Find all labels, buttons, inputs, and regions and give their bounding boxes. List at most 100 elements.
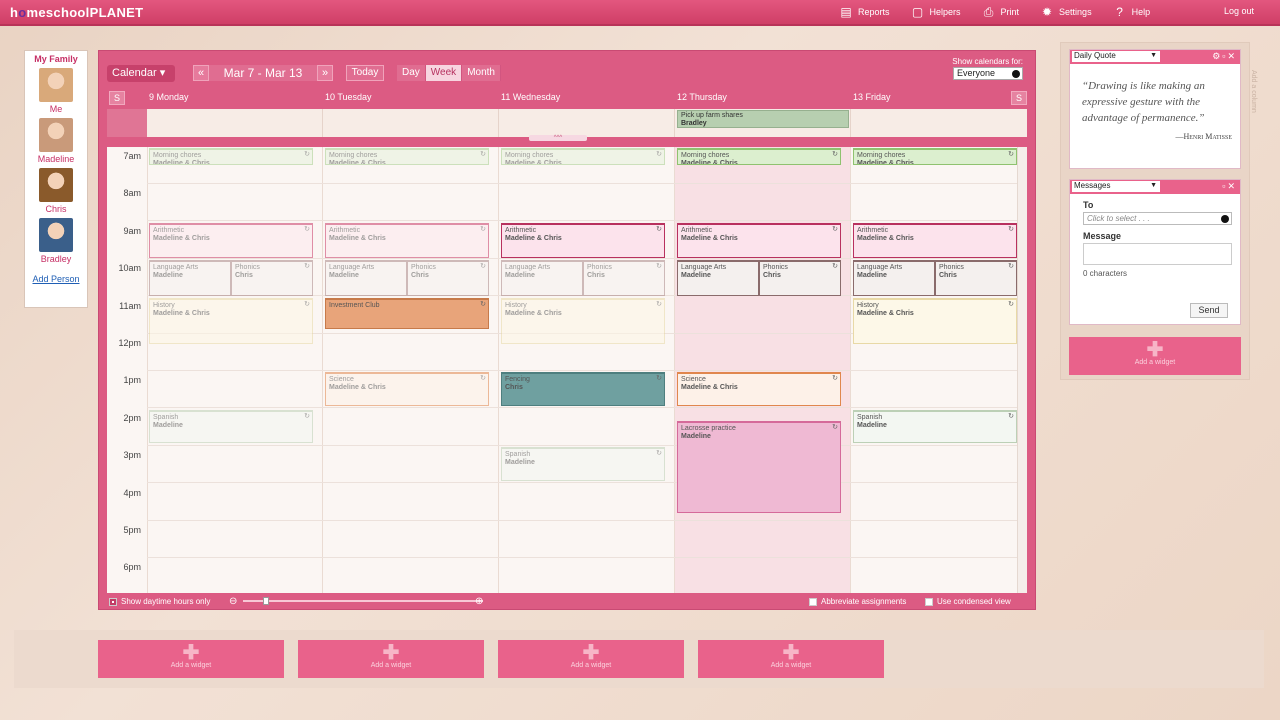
calendar-event[interactable]: Language Arts Madeline [853, 260, 935, 296]
calendar-event[interactable]: Morning chores Madeline & Chris ↻ [149, 148, 313, 165]
checkbox-icon[interactable] [109, 597, 117, 606]
send-button[interactable]: Send [1190, 303, 1228, 318]
calendar-event[interactable]: Language Arts Madeline [501, 260, 583, 296]
avatar[interactable] [39, 168, 73, 202]
day-header[interactable]: 10 Tuesday [325, 92, 372, 102]
daytime-only-option[interactable]: Show daytime hours only [109, 597, 210, 606]
condensed-option[interactable]: Use condensed view [925, 597, 1011, 606]
nav-helpers[interactable]: ▢ Helpers [912, 6, 961, 18]
calendar-event[interactable]: History Madeline & Chris ↻ [149, 297, 313, 345]
checkbox-icon[interactable] [809, 597, 817, 606]
calendar-event[interactable]: Phonics Chris ↻ [935, 260, 1017, 296]
add-person-link[interactable]: Add Person [25, 274, 87, 284]
zoom-slider-knob[interactable] [263, 597, 269, 605]
add-column-tab[interactable]: Add a column [1250, 70, 1257, 113]
calendar-event[interactable]: History Madeline & Chris ↻ [853, 297, 1017, 345]
abbreviate-option[interactable]: Abbreviate assignments [809, 597, 906, 606]
nav-reports[interactable]: ▤ Reports [840, 6, 889, 18]
calendar-menu-button[interactable]: Calendar ▾ [107, 65, 175, 82]
add-widget-button[interactable]: ✚ Add a widget [98, 640, 284, 678]
calendar-event[interactable]: Morning chores Madeline & Chris ↻ [853, 148, 1017, 165]
family-member-me[interactable]: Me [25, 68, 87, 114]
widget-type-select[interactable]: Daily Quote ▼ [1072, 51, 1160, 62]
view-tab-week[interactable]: Week [425, 65, 463, 81]
calendar-event[interactable]: Arithmetic Madeline & Chris ↻ [853, 222, 1017, 259]
calendar-event[interactable]: Arithmetic Madeline & Chris ↻ [501, 222, 665, 259]
add-widget-button[interactable]: ✚ Add a widget [498, 640, 684, 678]
previous-week-button[interactable]: « [193, 65, 209, 81]
show-saturday-button[interactable]: S [1011, 91, 1027, 105]
homeschool-planet-logo[interactable]: homeschoolPLANET [10, 5, 143, 20]
nav-print[interactable]: ⎙ Print [983, 6, 1019, 18]
calendar-event[interactable]: Language Arts Madeline [677, 260, 759, 296]
calendar-event[interactable]: Phonics Chris ↻ [759, 260, 841, 296]
day-header[interactable]: 13 Friday [853, 92, 891, 102]
grid-scrollbar[interactable] [1017, 147, 1027, 593]
calendar-event[interactable]: Morning chores Madeline & Chris ↻ [677, 148, 841, 165]
event-title: Language Arts [153, 264, 199, 272]
calendar-event[interactable]: Investment Club ↻ [325, 297, 489, 330]
repeat-icon: ↻ [480, 225, 486, 233]
top-bar: homeschoolPLANET ▤ Reports ▢ Helpers ⎙ Print ✹… [0, 0, 1280, 26]
event-title: Science [681, 376, 706, 384]
calendar-event[interactable]: Phonics Chris ↻ [407, 260, 489, 296]
show-calendars-select[interactable]: Everyone [953, 67, 1023, 80]
today-button[interactable]: Today [346, 65, 384, 81]
add-widget-button[interactable]: ✚ Add a widget [298, 640, 484, 678]
checkbox-icon[interactable] [925, 597, 933, 606]
event-assignee: Madeline [681, 272, 711, 280]
calendar-event[interactable]: Spanish Madeline ↻ [853, 409, 1017, 444]
day-header[interactable]: 9 Monday [149, 92, 189, 102]
calendar-event[interactable]: Spanish Madeline ↻ [501, 447, 665, 481]
calendar-event[interactable]: Lacrosse practice Madeline ↻ [677, 421, 841, 513]
family-member-madeline[interactable]: Madeline [25, 118, 87, 164]
dropdown-knob-icon [1221, 215, 1229, 223]
view-tab-day[interactable]: Day [397, 65, 426, 81]
repeat-icon: ↻ [656, 300, 662, 308]
calendar-event[interactable]: Language Arts Madeline [149, 260, 231, 296]
calendar-event[interactable]: Morning chores Madeline & Chris ↻ [501, 148, 665, 165]
family-member-bradley[interactable]: Bradley [25, 218, 87, 264]
calendar-event[interactable]: Spanish Madeline ↻ [149, 409, 313, 444]
widget-controls-icon[interactable]: ⚙▫✕ [1212, 51, 1237, 62]
calendar-event[interactable]: Arithmetic Madeline & Chris ↻ [149, 222, 313, 259]
message-input[interactable] [1083, 243, 1232, 265]
avatar[interactable] [39, 68, 73, 102]
widget-type-select[interactable]: Messages ▼ [1072, 181, 1160, 192]
widget-controls-icon[interactable]: ▫✕ [1222, 181, 1237, 192]
event-title: Arithmetic [153, 226, 185, 234]
calendar-event[interactable]: History Madeline & Chris ↻ [501, 297, 665, 345]
calendar-event[interactable]: Phonics Chris ↻ [583, 260, 665, 296]
resize-handle[interactable]: ^^^ [529, 135, 587, 141]
next-week-button[interactable]: » [317, 65, 333, 81]
calendar-event[interactable]: Morning chores Madeline & Chris ↻ [325, 148, 489, 165]
calendar-event[interactable]: Arithmetic Madeline & Chris ↻ [325, 222, 489, 259]
calendar-event[interactable]: Science Madeline & Chris ↻ [677, 372, 841, 406]
add-widget-button[interactable]: ✚ Add a widget [698, 640, 884, 678]
nav-help[interactable]: ? Help [1114, 6, 1150, 18]
nav-settings[interactable]: ✹ Settings [1041, 6, 1092, 18]
all-day-event[interactable]: Pick up farm shares Bradley [677, 110, 849, 128]
zoom-in-icon[interactable]: ⊕ [475, 596, 483, 607]
show-sunday-button[interactable]: S [109, 91, 125, 105]
calendar-event[interactable]: Fencing Chris ↻ [501, 372, 665, 406]
logout-link[interactable]: Log out [1224, 6, 1254, 16]
day-header[interactable]: 11 Wednesday [501, 92, 560, 102]
member-name: Chris [45, 204, 67, 214]
event-assignee: Madeline & Chris [329, 234, 386, 242]
add-widget-button[interactable]: ✚ Add a widget [1069, 337, 1241, 375]
calendar-event[interactable]: Language Arts Madeline [325, 260, 407, 296]
zoom-slider[interactable] [243, 600, 483, 602]
calendar-event[interactable]: Arithmetic Madeline & Chris ↻ [677, 222, 841, 259]
day-header[interactable]: 12 Thursday [677, 92, 727, 102]
family-member-chris[interactable]: Chris [25, 168, 87, 214]
view-tab-month[interactable]: Month [462, 65, 501, 81]
repeat-icon: ↻ [656, 225, 662, 233]
event-assignee: Chris [939, 272, 957, 280]
calendar-event[interactable]: Phonics Chris ↻ [231, 260, 313, 296]
recipient-select[interactable]: Click to select . . . [1083, 212, 1232, 225]
avatar[interactable] [39, 218, 73, 252]
calendar-event[interactable]: Science Madeline & Chris ↻ [325, 372, 489, 406]
zoom-out-icon[interactable]: ⊖ [229, 596, 237, 607]
avatar[interactable] [39, 118, 73, 152]
